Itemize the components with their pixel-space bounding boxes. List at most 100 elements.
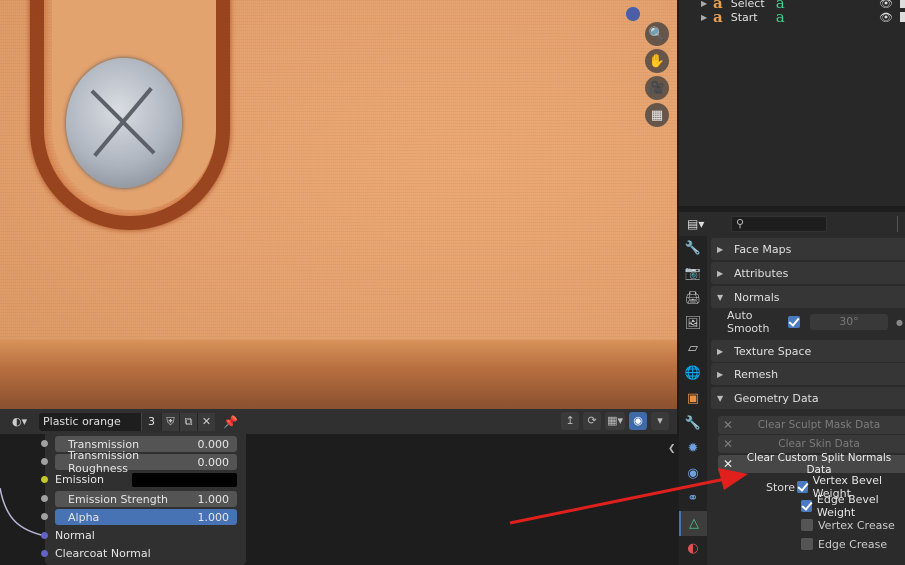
fake-user-shield-icon[interactable]: ⛨ [161,412,179,431]
store-row: Edge Crease [711,535,905,553]
collapsed-arrow-icon: ▶ [717,369,724,379]
pan-hand-icon[interactable]: ✋ [645,49,669,73]
clear-sculpt-mask-button[interactable]: ✕ Clear Sculpt Mask Data [718,416,905,434]
expanded-arrow-icon: ▼ [717,393,724,403]
editor-type-icon[interactable]: ▤▾ [687,215,713,233]
panel-label: Face Maps [734,242,792,256]
material-slot-icon[interactable]: ◐▾ [12,414,38,430]
panel-label: Remesh [734,367,779,381]
input-socket[interactable] [41,440,48,447]
edge-crease-checkbox[interactable] [801,538,813,550]
panel-face-maps[interactable]: ▶ Face Maps [711,238,905,260]
input-socket[interactable] [41,532,48,539]
x-icon: ✕ [722,418,734,432]
clear-skin-data-button[interactable]: ✕ Clear Skin Data [718,435,905,453]
eye-icon[interactable]: 👁 [879,11,893,24]
floor-shadow [0,340,677,409]
scene-icon[interactable]: ▱ [679,336,707,361]
viewport-navigation-tools: 🔍 ✋ 🎥 ▦ [645,22,671,129]
parent-node-tree-icon[interactable]: ↥ [561,412,580,430]
store-row: Vertex Crease [711,516,905,534]
physics-icon[interactable]: ◉ [679,461,707,486]
panel-label: Normals [734,290,780,304]
x-icon: ✕ [722,437,734,451]
auto-smooth-row: Auto Smooth 30° ● [711,309,905,335]
properties-body: ▶ Face Maps ▶ Attributes ▼ Normals Auto … [707,236,905,565]
panel-attributes[interactable]: ▶ Attributes [711,262,905,284]
normal-label: Normal [55,529,95,542]
panel-normals[interactable]: ▼ Normals [711,286,905,308]
expand-arrow-icon[interactable]: ▶ [701,13,713,22]
vertex-crease-checkbox[interactable] [801,519,813,531]
material-icon: a [775,8,785,26]
input-socket[interactable] [41,476,48,483]
zoom-icon[interactable]: 🔍 [645,22,669,46]
panel-remesh[interactable]: ▶ Remesh [711,363,905,385]
vertex-crease-label: Vertex Crease [818,518,895,532]
edge-crease-label: Edge Crease [818,537,888,551]
camera-visibility-icon[interactable] [900,12,905,22]
transmission-roughness-slider[interactable]: Transmission Roughness 0.000 [55,449,237,475]
alpha-slider[interactable]: Alpha 1.000 [55,509,237,525]
material-icon[interactable]: ◐ [679,536,707,561]
data-icon[interactable]: △ [679,511,707,536]
navigation-gizmo-dot[interactable] [626,7,640,21]
constraints-icon[interactable]: ⚭ [679,486,707,511]
emission-color-field[interactable] [132,473,237,487]
input-socket[interactable] [41,513,48,520]
duplicate-icon[interactable]: ⧉ [179,412,197,431]
edge-bevel-weight-checkbox[interactable] [801,500,812,512]
input-socket[interactable] [41,550,48,557]
modifier-icon[interactable]: 🔧 [679,411,707,436]
panel-texture-space[interactable]: ▶ Texture Space [711,340,905,362]
camera-visibility-icon[interactable] [900,0,905,8]
material-name-field[interactable]: Plastic orange [39,412,141,431]
properties-search-input[interactable]: ⚲ [731,216,827,232]
screw-head [66,58,182,188]
snap-icon[interactable]: ⟳ [583,412,602,430]
unlink-x-icon[interactable]: ✕ [197,412,215,431]
overlays-icon[interactable]: ◉ [629,412,647,430]
overlays-dropdown-icon[interactable]: ▾ [651,412,669,430]
keyframe-dot-icon[interactable]: ● [896,318,903,327]
output-icon[interactable]: 🖨 [679,286,707,311]
emission-strength-slider[interactable]: Emission Strength 1.000 [55,491,237,507]
auto-smooth-angle-field[interactable]: 30° [810,314,888,330]
view-layer-icon[interactable]: 🖼 [679,311,707,336]
tool-icon[interactable]: 🔧 [679,236,707,261]
panel-label: Attributes [734,266,789,280]
node-editor-header: ◐▾ Plastic orange 3 ⛨ ⧉ ✕ 📌 ↥ ⟳ ▦▾ ◉ ▾ [0,409,677,434]
render-icon[interactable]: 📷 [679,261,707,286]
clear-custom-split-normals-button[interactable]: ✕ Clear Custom Split Normals Data [718,452,905,476]
input-socket[interactable] [41,495,48,502]
pin-icon[interactable]: 📌 [223,415,238,429]
input-socket[interactable] [41,458,48,465]
grid-icon[interactable]: ▦ [645,103,669,127]
panel-geometry-data[interactable]: ▼ Geometry Data [711,387,905,409]
expand-arrow-icon[interactable]: ▶ [701,0,713,8]
camera-icon[interactable]: 🎥 [645,76,669,100]
3d-viewport[interactable]: 🔍 ✋ 🎥 ▦ [0,0,677,409]
principled-bsdf-node[interactable]: Transmission 0.000 Transmission Roughnes… [41,434,246,565]
snap-element-icon[interactable]: ▦▾ [605,412,625,430]
collapsed-arrow-icon: ▶ [717,244,724,254]
sidebar-toggle-icon[interactable]: ❮ [668,444,676,454]
outliner: ▶ a Select a 👁 ▶ a Start a 👁 [679,0,905,206]
object-icon: a [713,8,723,26]
button-label: Clear Custom Split Normals Data [746,452,892,476]
auto-smooth-checkbox[interactable] [788,316,800,328]
emission-strength-row: Emission Strength 1.000 [41,490,246,508]
pin-icon[interactable] [897,216,905,232]
normal-row: Normal [41,527,246,545]
vertex-bevel-weight-checkbox[interactable] [796,481,808,493]
particles-icon[interactable]: ✹ [679,436,707,461]
outliner-row[interactable]: ▶ a Start a 👁 [679,8,905,26]
node-header-tools: ↥ ⟳ ▦▾ ◉ ▾ [561,412,669,430]
material-users-count[interactable]: 3 [141,412,161,431]
outliner-item-label: Start [730,10,758,24]
world-icon[interactable]: 🌐 [679,361,707,386]
object-icon[interactable]: ▣ [679,386,707,411]
panel-label: Geometry Data [734,391,819,405]
properties-header: ▤▾ ⚲ [679,212,905,236]
store-row: Edge Bevel Weight [711,493,905,519]
